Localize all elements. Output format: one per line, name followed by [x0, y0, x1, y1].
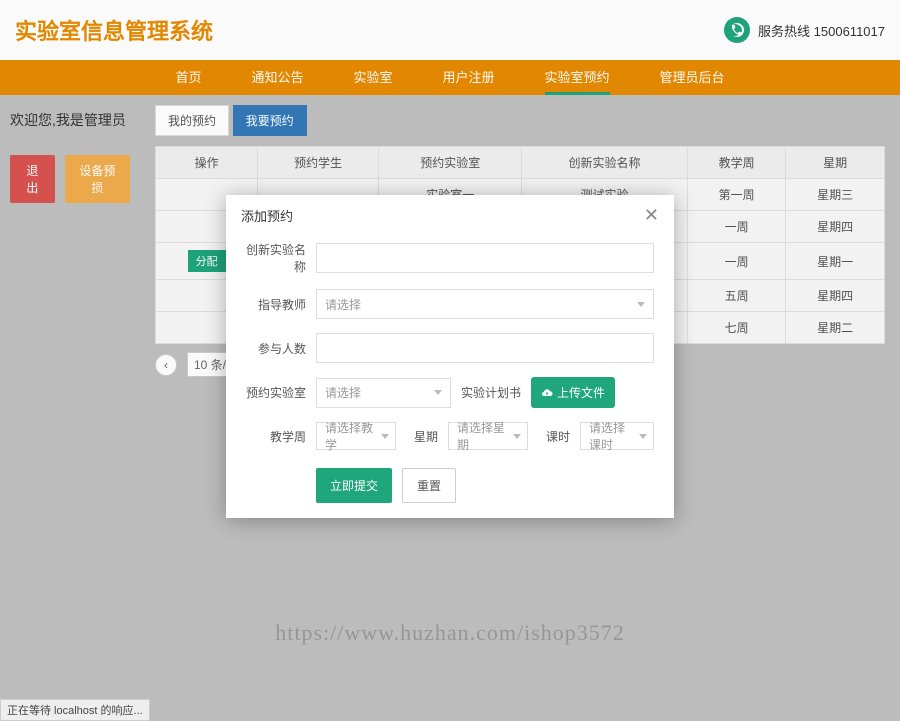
label-lesson: 课时 — [546, 428, 570, 445]
upload-button[interactable]: 上传文件 — [531, 377, 615, 408]
modal-title: 添加预约 — [241, 206, 293, 225]
teach-week-select[interactable]: 请选择教学 — [316, 422, 396, 450]
close-icon[interactable]: ✕ — [644, 205, 659, 226]
add-reservation-modal: 添加预约 ✕ 创新实验名称 指导教师 请选择 参与人数 预约实验室 请选择 实验… — [226, 195, 674, 518]
status-bar: 正在等待 localhost 的响应... — [0, 699, 150, 721]
cloud-upload-icon — [541, 387, 553, 399]
exp-name-input[interactable] — [316, 243, 654, 273]
weekday-select[interactable]: 请选择星期 — [448, 422, 528, 450]
lesson-select[interactable]: 请选择课时 — [580, 422, 654, 450]
teacher-select[interactable]: 请选择 — [316, 289, 654, 319]
label-exp-name: 创新实验名称 — [246, 241, 306, 275]
label-teach-week: 教学周 — [246, 428, 306, 445]
participants-input[interactable] — [316, 333, 654, 363]
reset-button[interactable]: 重置 — [402, 468, 456, 503]
lab-select[interactable]: 请选择 — [316, 378, 451, 408]
modal-overlay: 添加预约 ✕ 创新实验名称 指导教师 请选择 参与人数 预约实验室 请选择 实验… — [0, 0, 900, 721]
submit-button[interactable]: 立即提交 — [316, 468, 392, 503]
label-teacher: 指导教师 — [246, 296, 306, 313]
label-weekday: 星期 — [414, 428, 438, 445]
label-lab: 预约实验室 — [246, 384, 306, 401]
label-participants: 参与人数 — [246, 340, 306, 357]
label-plan: 实验计划书 — [461, 384, 521, 401]
